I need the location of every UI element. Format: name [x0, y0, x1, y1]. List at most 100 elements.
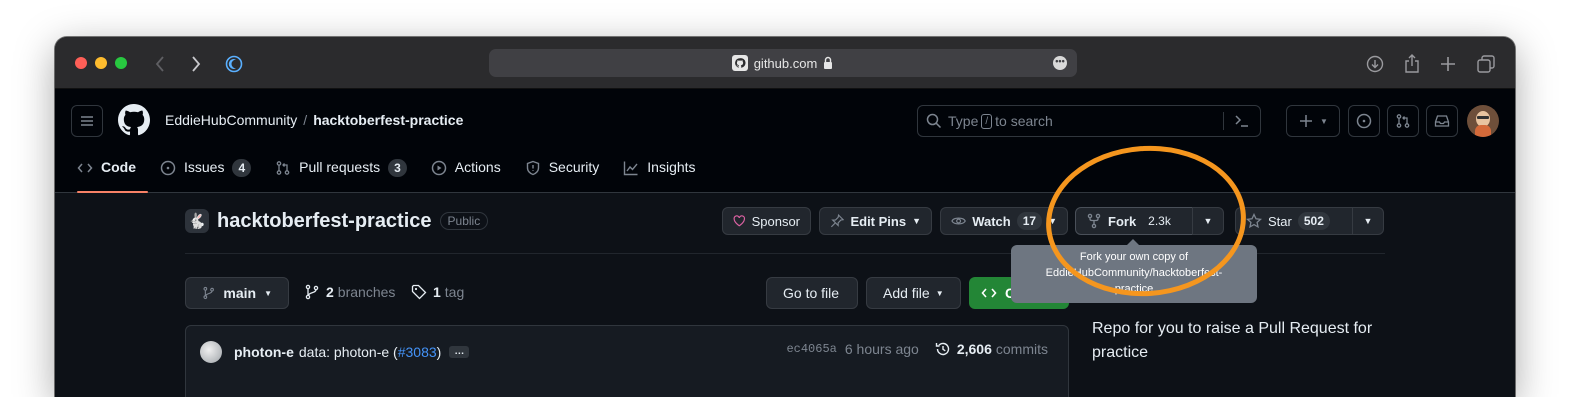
- commit-count-label[interactable]: commits: [996, 341, 1048, 357]
- branches-link[interactable]: 2 branches: [304, 284, 395, 300]
- page-menu-icon[interactable]: •••: [1053, 56, 1067, 70]
- commit-sha[interactable]: ec4065a: [786, 342, 836, 356]
- github-header: EddieHubCommunity / hacktoberfest-practice…: [55, 89, 1515, 193]
- tab-code[interactable]: Code: [77, 153, 148, 193]
- star-counter: 502: [1297, 212, 1330, 230]
- commit-author[interactable]: photon-e: [234, 344, 294, 360]
- browser-toolbar: github.com •••: [55, 37, 1515, 89]
- commit-expand-button[interactable]: …: [449, 346, 470, 358]
- chevron-down-icon: ▼: [1048, 216, 1057, 226]
- commit-time: 6 hours ago: [844, 341, 919, 357]
- edit-pins-button[interactable]: Edit Pins ▼: [819, 207, 932, 235]
- close-window-button[interactable]: [75, 57, 87, 69]
- star-button[interactable]: Star 502: [1235, 207, 1353, 235]
- tab-security[interactable]: Security: [525, 153, 612, 193]
- commit-message-end: ): [436, 344, 442, 360]
- repo-title: 🐇 hacktoberfest-practice Public: [185, 209, 489, 233]
- sponsor-button[interactable]: Sponsor: [722, 207, 811, 235]
- avatar[interactable]: [1467, 105, 1499, 137]
- privacy-report-icon[interactable]: [223, 53, 245, 75]
- command-palette-icon[interactable]: [1234, 113, 1250, 129]
- share-icon[interactable]: [1401, 53, 1423, 75]
- history-icon: [935, 342, 950, 356]
- plus-icon: [1300, 115, 1313, 127]
- repo-breadcrumb: EddieHubCommunity / hacktoberfest-practice: [165, 112, 463, 128]
- forward-icon[interactable]: [185, 53, 207, 75]
- repo-tab-bar: Code Issues 4 Pull requests 3 Actions Se…: [77, 153, 720, 193]
- go-to-file-button[interactable]: Go to file: [766, 277, 858, 309]
- search-icon: [926, 113, 942, 129]
- play-icon: [431, 160, 447, 176]
- edit-pins-label: Edit Pins: [850, 213, 907, 229]
- issue-icon: [160, 160, 176, 176]
- tab-pull-requests-label: Pull requests: [299, 159, 381, 175]
- chevron-down-icon: ▼: [1320, 116, 1328, 126]
- latest-commit-box: photon-e data: photon-e (#3083) … ec4065…: [185, 325, 1069, 397]
- star-list-dropdown-button[interactable]: ▼: [1352, 207, 1384, 235]
- owner-link[interactable]: EddieHubCommunity: [165, 112, 297, 128]
- branch-selector[interactable]: main ▼: [185, 277, 289, 309]
- new-tab-icon[interactable]: [1437, 53, 1459, 75]
- address-bar[interactable]: github.com •••: [489, 49, 1077, 77]
- issues-global-button[interactable]: [1348, 105, 1380, 137]
- maximize-window-button[interactable]: [115, 57, 127, 69]
- repo-owner-avatar[interactable]: 🐇: [185, 209, 209, 233]
- tab-issues-label: Issues: [184, 159, 225, 175]
- branches-count: 2: [326, 284, 334, 300]
- sponsor-label: Sponsor: [751, 213, 800, 229]
- fork-button[interactable]: Fork 2.3k: [1075, 207, 1193, 235]
- commit-summary: photon-e data: photon-e (#3083) …: [200, 341, 470, 363]
- commit-pr-link[interactable]: #3083: [398, 344, 437, 360]
- tab-code-label: Code: [101, 159, 136, 175]
- code-icon: [981, 288, 997, 298]
- tab-security-label: Security: [548, 159, 600, 175]
- branches-label: branches: [337, 284, 396, 300]
- commit-meta: ec4065a 6 hours ago 2,606 commits: [786, 341, 1048, 357]
- chevron-down-icon: ▼: [264, 288, 272, 298]
- tab-pull-requests[interactable]: Pull requests 3: [275, 153, 419, 193]
- fork-counter: 2.3k: [1148, 214, 1171, 228]
- add-file-button[interactable]: Add file ▼: [866, 277, 961, 309]
- search-shortcut-key: /: [981, 113, 993, 129]
- repo-link[interactable]: hacktoberfest-practice: [313, 112, 463, 128]
- repo-name[interactable]: hacktoberfest-practice: [217, 210, 432, 233]
- browser-window: github.com ••• EddieHubCommunity / hacktob…: [55, 37, 1515, 397]
- breadcrumb-separator: /: [303, 112, 308, 128]
- tags-link[interactable]: 1 tag: [411, 284, 464, 300]
- minimize-window-button[interactable]: [95, 57, 107, 69]
- back-icon[interactable]: [149, 53, 171, 75]
- watch-label: Watch: [972, 213, 1011, 229]
- add-file-label: Add file: [883, 285, 930, 301]
- search-input[interactable]: Type / to search: [917, 105, 1261, 137]
- fork-icon: [1087, 213, 1101, 229]
- pull-requests-counter: 3: [388, 159, 407, 177]
- inbox-button[interactable]: [1426, 105, 1458, 137]
- hamburger-icon: [81, 116, 93, 126]
- downloads-icon[interactable]: [1364, 53, 1386, 75]
- create-new-button[interactable]: ▼: [1286, 105, 1340, 137]
- inbox-icon: [1434, 115, 1450, 127]
- menu-button[interactable]: [71, 105, 103, 137]
- shield-icon: [526, 160, 539, 176]
- lock-icon: [824, 56, 833, 69]
- github-logo-icon[interactable]: [118, 104, 150, 141]
- graph-icon: [624, 161, 638, 176]
- tooltip-line-2: EddieHubCommunity/hacktoberfest-: [1045, 267, 1223, 279]
- watch-button[interactable]: Watch 17 ▼: [940, 207, 1068, 235]
- star-icon: [1246, 213, 1262, 229]
- issue-icon: [1356, 113, 1372, 129]
- search-placeholder-suffix: to search: [995, 113, 1053, 129]
- commit-count[interactable]: 2,606: [957, 341, 992, 357]
- fork-dropdown-button[interactable]: ▼: [1192, 207, 1224, 235]
- commit-author-avatar[interactable]: [200, 341, 222, 363]
- tab-overview-icon[interactable]: [1475, 53, 1497, 75]
- tab-issues[interactable]: Issues 4: [160, 153, 263, 193]
- pull-requests-global-button[interactable]: [1387, 105, 1419, 137]
- watch-counter: 17: [1016, 212, 1043, 230]
- fork-tooltip: Fork your own copy of EddieHubCommunity/…: [1011, 239, 1257, 303]
- commit-message[interactable]: data: photon-e (: [299, 344, 398, 360]
- visibility-badge: Public: [439, 212, 489, 230]
- tab-actions[interactable]: Actions: [431, 153, 513, 193]
- tab-insights[interactable]: Insights: [623, 153, 707, 193]
- url-text: github.com: [753, 55, 818, 71]
